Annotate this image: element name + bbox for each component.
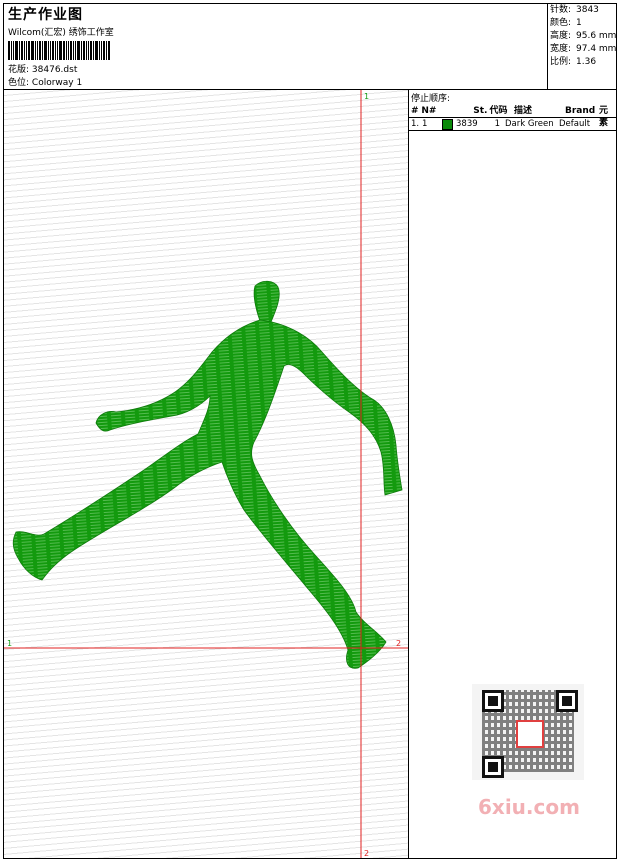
col-header-n: N# bbox=[421, 106, 437, 116]
barcode-bar bbox=[8, 41, 10, 60]
guide-marker-right: 2 bbox=[396, 639, 401, 648]
colorway-label: 色位: bbox=[8, 78, 30, 88]
page-title: 生产作业图 bbox=[8, 7, 83, 23]
design-canvas[interactable]: 1 1 2 2 bbox=[4, 90, 409, 858]
stats-box: 针数: 3843 颜色: 1 高度: 95.6 mm 宽度: 97.4 mm 比… bbox=[547, 4, 617, 89]
barcode-bar bbox=[88, 41, 89, 60]
stat-scale: 比例: 1.36 bbox=[548, 56, 617, 69]
qr-finder-icon bbox=[556, 690, 578, 712]
col-header-st: St. bbox=[473, 106, 488, 116]
stat-label: 高度: bbox=[550, 31, 572, 41]
barcode-bar bbox=[83, 41, 85, 60]
row-code: 1 bbox=[494, 119, 500, 129]
colorway-row: 色位: Colorway 1 bbox=[8, 75, 82, 88]
qr-code bbox=[472, 684, 584, 780]
barcode-bar bbox=[48, 41, 49, 60]
design-file-row: 花版: 38476.dst bbox=[8, 62, 77, 75]
barcode-image bbox=[8, 41, 120, 60]
col-header-code: 代码 bbox=[489, 106, 508, 116]
embroidered-figure bbox=[12, 280, 403, 669]
table-row[interactable]: 1. 1 3839 1 Dark Green Default bbox=[409, 118, 616, 131]
barcode-bar bbox=[86, 41, 87, 60]
stat-value: 1 bbox=[576, 18, 582, 28]
barcode-bar bbox=[52, 41, 54, 60]
watermark-logo: 6xiu.com bbox=[478, 795, 580, 819]
stop-sequence-header: # N# St. 代码 描述 Brand 元素 bbox=[409, 105, 616, 128]
barcode-bar bbox=[108, 41, 110, 60]
stat-label: 比例: bbox=[550, 57, 572, 67]
row-stitches: 3839 bbox=[456, 119, 478, 129]
stat-colors: 颜色: 1 bbox=[548, 17, 617, 30]
barcode-bar bbox=[106, 41, 107, 60]
barcode-bar bbox=[31, 41, 34, 60]
barcode-bar bbox=[37, 41, 38, 60]
barcode-bar bbox=[50, 41, 51, 60]
barcode-bar bbox=[63, 41, 65, 60]
barcode-bar bbox=[28, 41, 30, 60]
row-n: 1 bbox=[422, 119, 428, 129]
barcode-bar bbox=[99, 41, 100, 60]
row-description: Dark Green bbox=[505, 119, 554, 129]
barcode-bar bbox=[57, 41, 58, 60]
barcode-bar bbox=[11, 41, 12, 60]
stat-label: 针数: bbox=[550, 5, 572, 15]
design-file-value: 38476.dst bbox=[31, 65, 78, 75]
colorway-value: Colorway 1 bbox=[31, 78, 83, 88]
stat-value: 3843 bbox=[576, 5, 599, 15]
stat-label: 颜色: bbox=[550, 18, 572, 28]
sheet-header: 生产作业图 Wilcom(汇宏) 绣饰工作室 花版: 38476.dst 色位:… bbox=[4, 4, 616, 90]
color-swatch bbox=[442, 119, 453, 130]
production-sheet: 生产作业图 Wilcom(汇宏) 绣饰工作室 花版: 38476.dst 色位:… bbox=[3, 3, 617, 859]
barcode-bar bbox=[39, 41, 41, 60]
barcode-bar bbox=[77, 41, 80, 60]
stat-stitches: 针数: 3843 bbox=[548, 4, 617, 17]
barcode-bar bbox=[93, 41, 94, 60]
col-header-element: 元素 bbox=[598, 106, 608, 128]
row-num: 1. bbox=[411, 119, 420, 129]
row-brand: Default bbox=[559, 119, 591, 129]
qr-seal-logo bbox=[516, 720, 544, 748]
barcode-bar bbox=[70, 41, 72, 60]
barcode-bar bbox=[81, 41, 82, 60]
barcode-bar bbox=[13, 41, 14, 60]
stat-height: 高度: 95.6 mm bbox=[548, 30, 617, 43]
embroidery-preview: 1 1 2 2 bbox=[4, 90, 408, 858]
barcode-bar bbox=[42, 41, 43, 60]
company-name: Wilcom(汇宏) 绣饰工作室 bbox=[8, 28, 114, 38]
guide-marker-bottom: 2 bbox=[364, 849, 369, 858]
design-file-label: 花版: bbox=[8, 65, 30, 75]
barcode-bar bbox=[21, 41, 23, 60]
barcode-bar bbox=[44, 41, 47, 60]
stop-sequence-title: 停止顺序: bbox=[411, 94, 451, 104]
stat-value: 1.36 bbox=[576, 57, 597, 67]
barcode-bar bbox=[66, 41, 67, 60]
barcode-bar bbox=[101, 41, 102, 60]
qr-finder-icon bbox=[482, 756, 504, 778]
col-header-brand: Brand bbox=[565, 106, 596, 116]
barcode-bar bbox=[26, 41, 27, 60]
barcode-bar bbox=[90, 41, 92, 60]
barcode-bar bbox=[24, 41, 25, 60]
barcode-bar bbox=[73, 41, 74, 60]
stat-value: 95.6 mm bbox=[576, 31, 617, 41]
barcode-bar bbox=[103, 41, 105, 60]
guide-marker-top: 1 bbox=[364, 92, 369, 101]
barcode-bar bbox=[75, 41, 76, 60]
stat-width: 宽度: 97.4 mm bbox=[548, 43, 617, 56]
barcode-bar bbox=[35, 41, 36, 60]
col-header-desc: 描述 bbox=[514, 106, 533, 116]
barcode-bar bbox=[55, 41, 56, 60]
stat-value: 97.4 mm bbox=[576, 44, 617, 54]
stat-label: 宽度: bbox=[550, 44, 572, 54]
color-swatch-cell bbox=[442, 118, 456, 130]
guide-marker-left: 1 bbox=[7, 639, 12, 648]
barcode-bar bbox=[19, 41, 20, 60]
barcode-bar bbox=[15, 41, 18, 60]
qr-finder-icon bbox=[482, 690, 504, 712]
barcode-bar bbox=[59, 41, 62, 60]
col-header-num: # bbox=[411, 106, 419, 116]
barcode-bar bbox=[95, 41, 98, 60]
barcode-bar bbox=[68, 41, 69, 60]
